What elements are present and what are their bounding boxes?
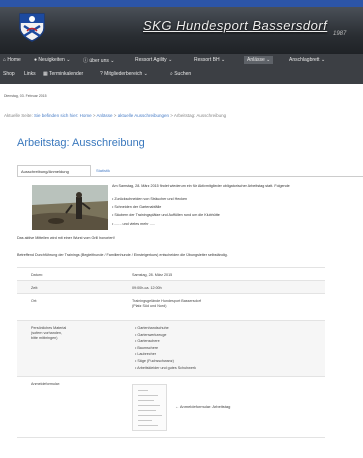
nav-item-ueber-uns[interactable]: ⓘ über uns ⌄ <box>83 57 114 64</box>
nav-item-ressort-agility[interactable]: Ressort Agility ⌄ <box>135 57 172 63</box>
person-with-dog-image <box>32 185 108 230</box>
nav-row-1: ⌂ Home ● Neuigkeiten ⌄ ⓘ über uns ⌄ Ress… <box>0 56 363 69</box>
main-navigation: ⌂ Home ● Neuigkeiten ⌄ ⓘ über uns ⌄ Ress… <box>0 54 363 84</box>
list-item: • Gartenwerkzeuge <box>135 332 167 337</box>
datum-value: Samstag, 28. März 2015 <box>132 273 173 277</box>
list-item: • Baumschere <box>135 345 159 350</box>
nav-item-links[interactable]: Links <box>24 71 36 77</box>
nav-item-mitgliederbereich[interactable]: ? Mitgliederbereich ⌄ <box>100 71 148 77</box>
list-item: • ....... und vieles mehr ..... <box>112 221 155 226</box>
reward-text: Das aktive Mitteilen wird mit einer Wurs… <box>17 236 115 240</box>
ort-label: Ort: <box>31 299 38 303</box>
chevron-down-icon: ⌄ <box>319 57 326 63</box>
chevron-down-icon: ⌄ <box>264 57 271 63</box>
site-title[interactable]: SKG Hundesport Bassersdorf <box>143 18 327 33</box>
breadcrumb-current: Arbeitstag: Ausschreibung <box>173 113 227 118</box>
zeit-value: 09:00h-ca. 12:00h <box>132 286 162 290</box>
chevron-down-icon: ⌄ <box>64 57 71 63</box>
nav-item-anschlagbrett[interactable]: Anschlagbrett ⌄ <box>289 57 325 63</box>
chevron-down-icon: ⌄ <box>142 71 148 77</box>
site-header: SKG Hundesport Bassersdorf 1987 <box>0 0 363 54</box>
breadcrumb-ausschreibungen[interactable]: aktuelle Ausschreibungen <box>118 113 169 118</box>
table-row: Zeit: 09:00h-ca. 12:00h <box>17 280 325 293</box>
nav-item-anlaesse[interactable]: Anlässe ⌄ <box>244 56 274 64</box>
material-label: Persönliches Material (sofern vorhanden,… <box>31 326 67 340</box>
zeit-label: Zeit: <box>31 286 39 290</box>
nav-item-ressort-bh[interactable]: Ressort BH ⌄ <box>194 57 225 63</box>
breadcrumb: Aktuelle Seite: Sie befinden sich hier: … <box>4 113 226 118</box>
intro-text: Am Samstag, 28. März 2015 findet wiederu… <box>112 184 290 188</box>
form-label: Anmeldeformular: <box>31 382 61 386</box>
chevron-down-icon: ⌄ <box>108 58 115 64</box>
tab-divider <box>17 176 363 177</box>
list-item: • Säubern der Trainingsplätze und Auffül… <box>112 213 220 218</box>
table-row: Anmeldeformular: ← Anmeldeformular: Arbe… <box>17 376 325 438</box>
nav-row-2: Shop Links ▦ Terminkalender ? Mitglieder… <box>0 71 363 83</box>
training-note: Betreffend Durchführung der Trainings (B… <box>17 253 228 257</box>
event-photo <box>32 185 108 230</box>
nav-item-terminkalender[interactable]: ▦ Terminkalender <box>43 71 83 77</box>
breadcrumb-prefix: Aktuelle Seite: <box>4 113 33 118</box>
nav-item-shop[interactable]: Shop <box>3 71 15 77</box>
table-row: Ort: Trainingsgelände Hundesport Bassers… <box>17 293 325 320</box>
breadcrumb-separator: > <box>113 113 117 118</box>
ort-value: Trainingsgelände Hundesport Bassersdorf … <box>132 299 201 308</box>
breadcrumb-anlaesse[interactable]: Anlässe <box>97 113 113 118</box>
list-item: • Gartenschere <box>135 339 160 344</box>
list-item: • Schneiden der Gartenabfälle <box>112 205 162 210</box>
site-year: 1987 <box>333 31 347 37</box>
list-item: • Säge (Fuchsschwanz) <box>135 358 174 363</box>
material-list: • Gartenhandschuhe • Gartenwerkzeuge • G… <box>135 325 196 371</box>
current-date: Dienstag, 03. Februar 2015 <box>4 94 47 98</box>
task-list: • Zurückschneiden von Sträucher und Heck… <box>112 195 220 228</box>
breadcrumb-home[interactable]: Sie befinden sich hier: Home <box>34 113 92 118</box>
list-item: • Zurückschneiden von Sträucher und Heck… <box>112 197 188 201</box>
nav-item-suchen[interactable]: ⌕ Suchen <box>170 71 191 77</box>
nav-item-neuigkeiten[interactable]: ● Neuigkeiten ⌄ <box>34 57 70 63</box>
list-item: • Gartenhandschuhe <box>135 326 169 330</box>
tab-statistik[interactable]: Statistik <box>93 165 115 176</box>
page-title: Arbeitstag: Ausschreibung <box>17 137 145 149</box>
list-item: • Arbeitskleider und gutes Schuhwerk <box>135 365 196 370</box>
table-row: Datum: Samstag, 28. März 2015 <box>17 267 325 280</box>
list-item: • Laubrecher <box>135 352 156 357</box>
breadcrumb-separator: > <box>92 113 96 118</box>
chevron-down-icon: ⌄ <box>219 57 226 63</box>
datum-label: Datum: <box>31 273 43 277</box>
chevron-down-icon: ⌄ <box>166 57 173 63</box>
header-top-band <box>0 0 363 7</box>
table-row: Persönliches Material (sofern vorhanden,… <box>17 320 325 376</box>
breadcrumb-separator: > <box>170 113 173 118</box>
tab-ausschreibung-anmeldung[interactable]: Ausschreibung/Anmeldung <box>17 165 91 176</box>
club-logo-icon[interactable] <box>18 12 46 42</box>
form-thumbnail[interactable] <box>132 384 167 431</box>
form-caption[interactable]: ← Anmeldeformular: Arbeitstag <box>175 404 230 409</box>
nav-item-home[interactable]: ⌂ Home <box>3 57 21 63</box>
